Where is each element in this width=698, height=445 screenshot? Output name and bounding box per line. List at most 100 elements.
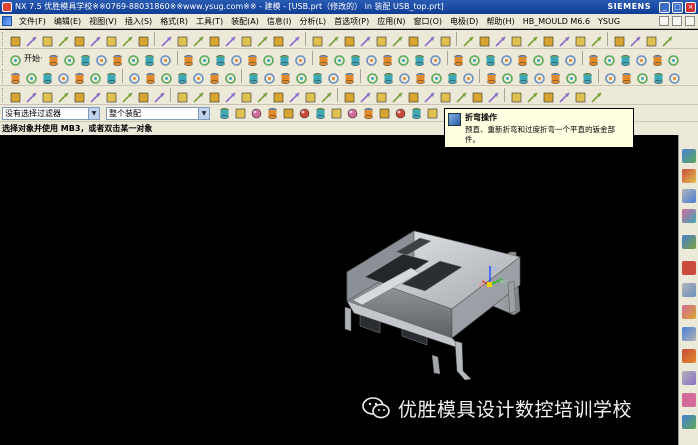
toolbar-tool-icon[interactable] bbox=[526, 33, 539, 47]
toolbar-tool-icon[interactable] bbox=[176, 33, 189, 46]
toolbar-tool-icon[interactable] bbox=[57, 33, 70, 47]
toolbar-tool-icon[interactable] bbox=[9, 70, 22, 84]
toolbar-tool-icon[interactable] bbox=[375, 89, 388, 102]
toolbar-tool-icon[interactable] bbox=[320, 89, 333, 103]
toolbar-tool-icon[interactable] bbox=[240, 33, 253, 46]
toolbar-tool-icon[interactable] bbox=[105, 70, 118, 84]
toolbar-tool-icon[interactable] bbox=[349, 52, 362, 66]
snap-point-icon[interactable] bbox=[330, 107, 343, 120]
toolbar-tool-icon[interactable] bbox=[501, 70, 514, 84]
toolbar-tool-icon[interactable] bbox=[581, 70, 594, 84]
toolbar-tool-icon[interactable] bbox=[423, 33, 436, 47]
toolbar-tool-icon[interactable] bbox=[510, 33, 523, 46]
toolbar-tool-icon[interactable] bbox=[603, 52, 616, 66]
toolbar-tool-icon[interactable] bbox=[343, 89, 356, 102]
toolbar-tool-icon[interactable] bbox=[214, 52, 227, 66]
toolbar-tool-icon[interactable] bbox=[57, 89, 70, 103]
toolbar-tool-icon[interactable] bbox=[295, 70, 308, 84]
toolbar-grip[interactable] bbox=[2, 69, 5, 83]
snap-point-icon[interactable] bbox=[234, 107, 247, 120]
snap-point-icon[interactable] bbox=[298, 107, 311, 120]
toolbar-tool-icon[interactable] bbox=[262, 52, 275, 66]
menu-assemblies[interactable]: 装配(A) bbox=[227, 14, 263, 29]
resource-tab-icon[interactable] bbox=[682, 283, 696, 297]
toolbar-tool-icon[interactable] bbox=[41, 33, 54, 46]
toolbar-tool-icon[interactable] bbox=[224, 33, 237, 47]
menu-information[interactable]: 信息(I) bbox=[263, 14, 296, 29]
chevron-down-icon[interactable]: ▼ bbox=[88, 107, 99, 119]
snap-point-icon[interactable] bbox=[362, 107, 375, 120]
toolbar-tool-icon[interactable] bbox=[333, 52, 346, 66]
toolbar-tool-icon[interactable] bbox=[256, 33, 269, 47]
toolbar-tool-icon[interactable] bbox=[366, 70, 379, 84]
resource-tab-icon[interactable] bbox=[682, 149, 696, 163]
menu-format[interactable]: 格式(R) bbox=[156, 14, 192, 29]
start-menu-button[interactable]: 开始· bbox=[24, 53, 43, 64]
toolbar-tool-icon[interactable] bbox=[423, 89, 436, 103]
toolbar-tool-icon[interactable] bbox=[414, 70, 427, 84]
toolbar-tool-icon[interactable] bbox=[41, 89, 54, 102]
toolbar-tool-icon[interactable] bbox=[590, 89, 603, 103]
toolbar-tool-icon[interactable] bbox=[407, 33, 420, 46]
toolbar-tool-icon[interactable] bbox=[564, 52, 577, 66]
toolbar-tool-icon[interactable] bbox=[121, 89, 134, 103]
toolbar-tool-icon[interactable] bbox=[587, 52, 600, 66]
menu-insert[interactable]: 插入(S) bbox=[121, 14, 156, 29]
toolbar-tool-icon[interactable] bbox=[317, 52, 330, 66]
resource-tab-icon[interactable] bbox=[682, 261, 696, 275]
toolbar-tool-icon[interactable] bbox=[359, 33, 372, 47]
toolbar-tool-icon[interactable] bbox=[144, 70, 157, 84]
toolbar-tool-icon[interactable] bbox=[604, 70, 617, 84]
toolbar-tool-icon[interactable] bbox=[9, 89, 22, 102]
toolbar-tool-icon[interactable] bbox=[111, 52, 124, 66]
toolbar-grip[interactable] bbox=[2, 88, 5, 102]
toolbar-tool-icon[interactable] bbox=[25, 33, 38, 47]
menu-electrode[interactable]: 电极(D) bbox=[446, 14, 482, 29]
toolbar-tool-icon[interactable] bbox=[668, 70, 681, 84]
resource-tab-icon[interactable] bbox=[682, 235, 696, 249]
toolbar-tool-icon[interactable] bbox=[79, 52, 92, 66]
toolbar-tool-icon[interactable] bbox=[549, 70, 562, 84]
toolbar-tool-icon[interactable] bbox=[590, 33, 603, 47]
toolbar-tool-icon[interactable] bbox=[311, 70, 324, 84]
toolbar-tool-icon[interactable] bbox=[192, 33, 205, 47]
toolbar-tool-icon[interactable] bbox=[471, 89, 484, 102]
toolbar-tool-icon[interactable] bbox=[160, 33, 173, 47]
toolbar-tool-icon[interactable] bbox=[478, 33, 491, 46]
maximize-button[interactable]: □ bbox=[672, 1, 683, 13]
toolbar-tool-icon[interactable] bbox=[182, 52, 195, 66]
toolbar-tool-icon[interactable] bbox=[143, 52, 156, 66]
snap-point-icon[interactable] bbox=[346, 107, 359, 120]
toolbar-tool-icon[interactable] bbox=[413, 52, 426, 66]
toolbar-tool-icon[interactable] bbox=[192, 89, 205, 103]
toolbar-tool-icon[interactable] bbox=[47, 52, 60, 66]
selection-scope-dropdown[interactable]: 整个装配 ▼ bbox=[106, 106, 210, 120]
toolbar-tool-icon[interactable] bbox=[667, 52, 680, 66]
toolbar-tool-icon[interactable] bbox=[272, 33, 285, 46]
toolbar-tool-icon[interactable] bbox=[25, 89, 38, 103]
child-restore-button[interactable] bbox=[672, 16, 682, 26]
toolbar-tool-icon[interactable] bbox=[468, 52, 481, 66]
toolbar-tool-icon[interactable] bbox=[57, 70, 70, 84]
toolbar-tool-icon[interactable] bbox=[311, 33, 324, 46]
toolbar-tool-icon[interactable] bbox=[343, 33, 356, 46]
toolbar-tool-icon[interactable] bbox=[128, 70, 141, 84]
toolbar-tool-icon[interactable] bbox=[159, 52, 172, 66]
menu-window[interactable]: 窗口(O) bbox=[409, 14, 446, 29]
toolbar-tool-icon[interactable] bbox=[192, 70, 205, 84]
toolbar-tool-icon[interactable] bbox=[272, 89, 285, 102]
child-minimize-button[interactable] bbox=[659, 16, 669, 26]
toolbar-tool-icon[interactable] bbox=[517, 70, 530, 84]
toolbar-tool-icon[interactable] bbox=[542, 33, 555, 46]
toolbar-tool-icon[interactable] bbox=[635, 52, 648, 66]
toolbar-tool-icon[interactable] bbox=[494, 33, 507, 47]
part-window-icon[interactable] bbox=[2, 16, 12, 26]
start-app-icon[interactable] bbox=[9, 52, 22, 66]
snap-point-icon[interactable] bbox=[314, 107, 327, 120]
nx-app-icon[interactable] bbox=[2, 2, 12, 12]
toolbar-tool-icon[interactable] bbox=[73, 70, 86, 84]
toolbar-tool-icon[interactable] bbox=[462, 70, 475, 84]
toolbar-tool-icon[interactable] bbox=[484, 52, 497, 66]
toolbar-tool-icon[interactable] bbox=[381, 52, 394, 66]
toolbar-tool-icon[interactable] bbox=[439, 33, 452, 46]
